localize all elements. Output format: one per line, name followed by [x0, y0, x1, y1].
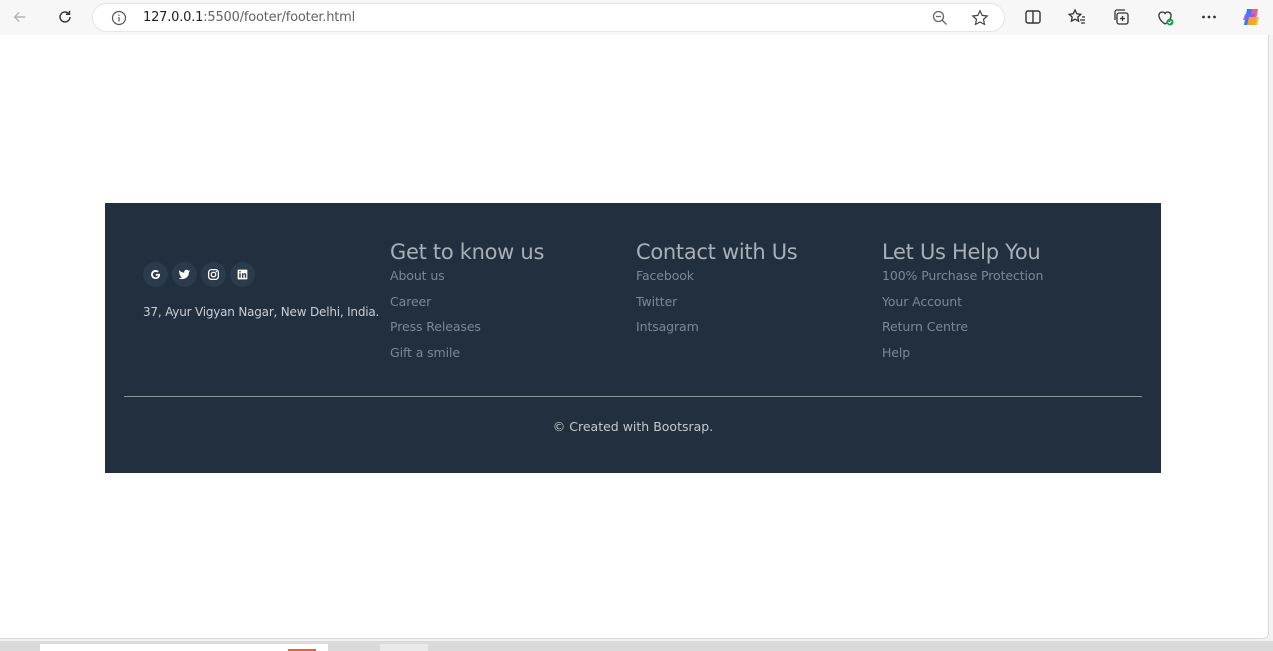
column-heading: Get to know us	[390, 240, 545, 264]
more-icon[interactable]	[1199, 7, 1219, 27]
google-icon	[151, 269, 161, 280]
footer-address: 37, Ayur Vigyan Nagar, New Delhi, India.	[143, 305, 380, 319]
star-icon[interactable]	[971, 9, 989, 27]
url-path: :5500/footer/footer.html	[203, 10, 356, 25]
reload-button[interactable]	[53, 6, 77, 28]
footer-link[interactable]: 100% Purchase Protection	[882, 268, 1043, 294]
footer-link[interactable]: Help	[882, 345, 1043, 371]
twitter-icon	[178, 269, 191, 280]
footer-column-help: Let Us Help You 100% Purchase Protection…	[882, 240, 1043, 371]
address-bar[interactable]: 127.0.0.1:5500/footer/footer.html	[92, 3, 1005, 32]
back-arrow-icon	[13, 11, 26, 23]
split-screen-icon[interactable]	[1023, 7, 1043, 27]
google-link[interactable]	[143, 262, 168, 287]
copyright-text: © Created with Bootsrap.	[552, 419, 714, 434]
social-icons	[143, 262, 255, 287]
footer-divider	[124, 396, 1142, 397]
twitter-link[interactable]	[172, 262, 197, 287]
taskbar-item[interactable]	[40, 644, 328, 651]
instagram-icon	[207, 268, 220, 281]
back-button[interactable]	[8, 6, 32, 28]
footer-column-contact: Contact with Us Facebook Twitter Intsagr…	[636, 240, 798, 345]
footer-link[interactable]: About us	[390, 268, 544, 294]
column-heading: Let Us Help You	[882, 240, 1041, 264]
url-host: 127.0.0.1	[143, 10, 204, 25]
column-heading: Contact with Us	[636, 240, 798, 264]
taskbar	[0, 641, 1273, 651]
browser-essentials-icon[interactable]	[1155, 7, 1175, 27]
browser-toolbar: 127.0.0.1:5500/footer/footer.html	[0, 0, 1273, 35]
footer-link[interactable]: Your Account	[882, 294, 1043, 320]
collections-icon[interactable]	[1111, 7, 1131, 27]
favorites-icon[interactable]	[1067, 7, 1087, 27]
instagram-link[interactable]	[201, 262, 226, 287]
zoom-out-icon[interactable]	[931, 9, 949, 27]
taskbar-item[interactable]	[380, 644, 428, 651]
footer-link[interactable]: Twitter	[636, 294, 797, 320]
linkedin-icon	[237, 269, 248, 280]
page-viewport: 37, Ayur Vigyan Nagar, New Delhi, India.…	[0, 35, 1269, 639]
reload-icon	[59, 10, 71, 23]
footer-column-about: Get to know us About us Career Press Rel…	[390, 240, 544, 371]
footer-link[interactable]: Intsagram	[636, 319, 797, 345]
footer-link[interactable]: Press Releases	[390, 319, 544, 345]
footer-link[interactable]: Gift a smile	[390, 345, 544, 371]
site-footer: 37, Ayur Vigyan Nagar, New Delhi, India.…	[105, 203, 1161, 473]
url-text[interactable]: 127.0.0.1:5500/footer/footer.html	[143, 10, 355, 25]
footer-link[interactable]: Career	[390, 294, 544, 320]
copilot-icon[interactable]	[1240, 6, 1262, 28]
footer-link[interactable]: Return Centre	[882, 319, 1043, 345]
footer-link[interactable]: Facebook	[636, 268, 797, 294]
linkedin-link[interactable]	[230, 262, 255, 287]
info-icon[interactable]	[111, 10, 127, 26]
